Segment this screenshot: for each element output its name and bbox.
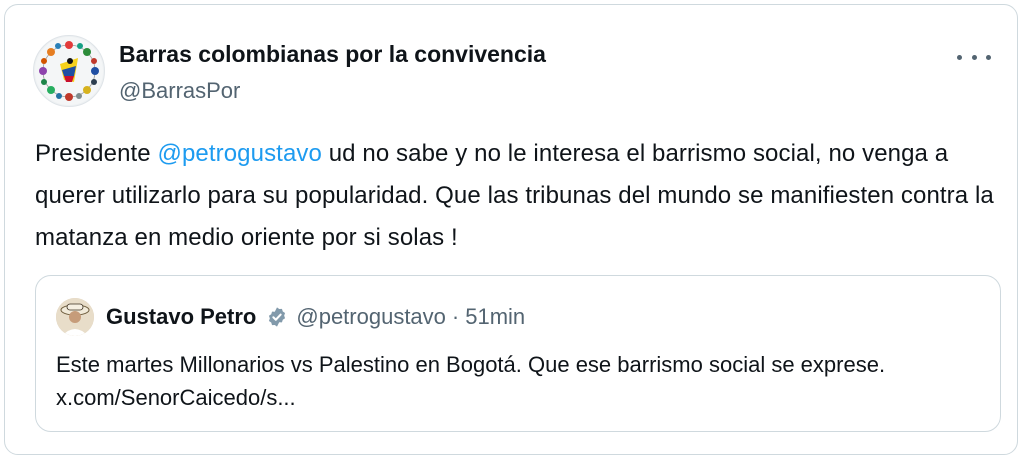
quoted-tweet-text: Este martes Millonarios vs Palestino en …	[56, 352, 886, 410]
quoted-header: Gustavo Petro @petrogustavo · 51min	[106, 304, 525, 330]
quoted-author-name[interactable]: Gustavo Petro	[106, 304, 256, 330]
more-dot	[986, 54, 991, 60]
separator: ·	[451, 304, 460, 329]
more-options-button[interactable]	[957, 45, 991, 69]
author-avatar[interactable]	[33, 35, 105, 107]
person-avatar-icon	[56, 298, 94, 336]
more-horizontal-icon	[957, 54, 962, 60]
quoted-timestamp[interactable]: 51min	[465, 304, 525, 330]
quoted-tweet[interactable]: Gustavo Petro @petrogustavo · 51min Este…	[35, 275, 1001, 432]
verified-badge-icon	[266, 306, 288, 328]
mention-link[interactable]: @petrogustavo	[158, 140, 322, 167]
author-name[interactable]: Barras colombianas por la convivencia	[119, 41, 546, 68]
tweet-text: Presidente @petrogustavo ud no sabe y no…	[35, 133, 1005, 259]
avatar-logo-icon	[35, 37, 103, 105]
tweet-text-start: Presidente	[35, 140, 158, 167]
tweet-card[interactable]: Barras colombianas por la convivencia @B…	[4, 4, 1018, 455]
quoted-author-avatar[interactable]	[56, 298, 94, 336]
author-handle[interactable]: @BarrasPor	[119, 78, 240, 104]
more-dot	[971, 54, 977, 60]
quoted-author-handle[interactable]: @petrogustavo	[296, 304, 446, 330]
